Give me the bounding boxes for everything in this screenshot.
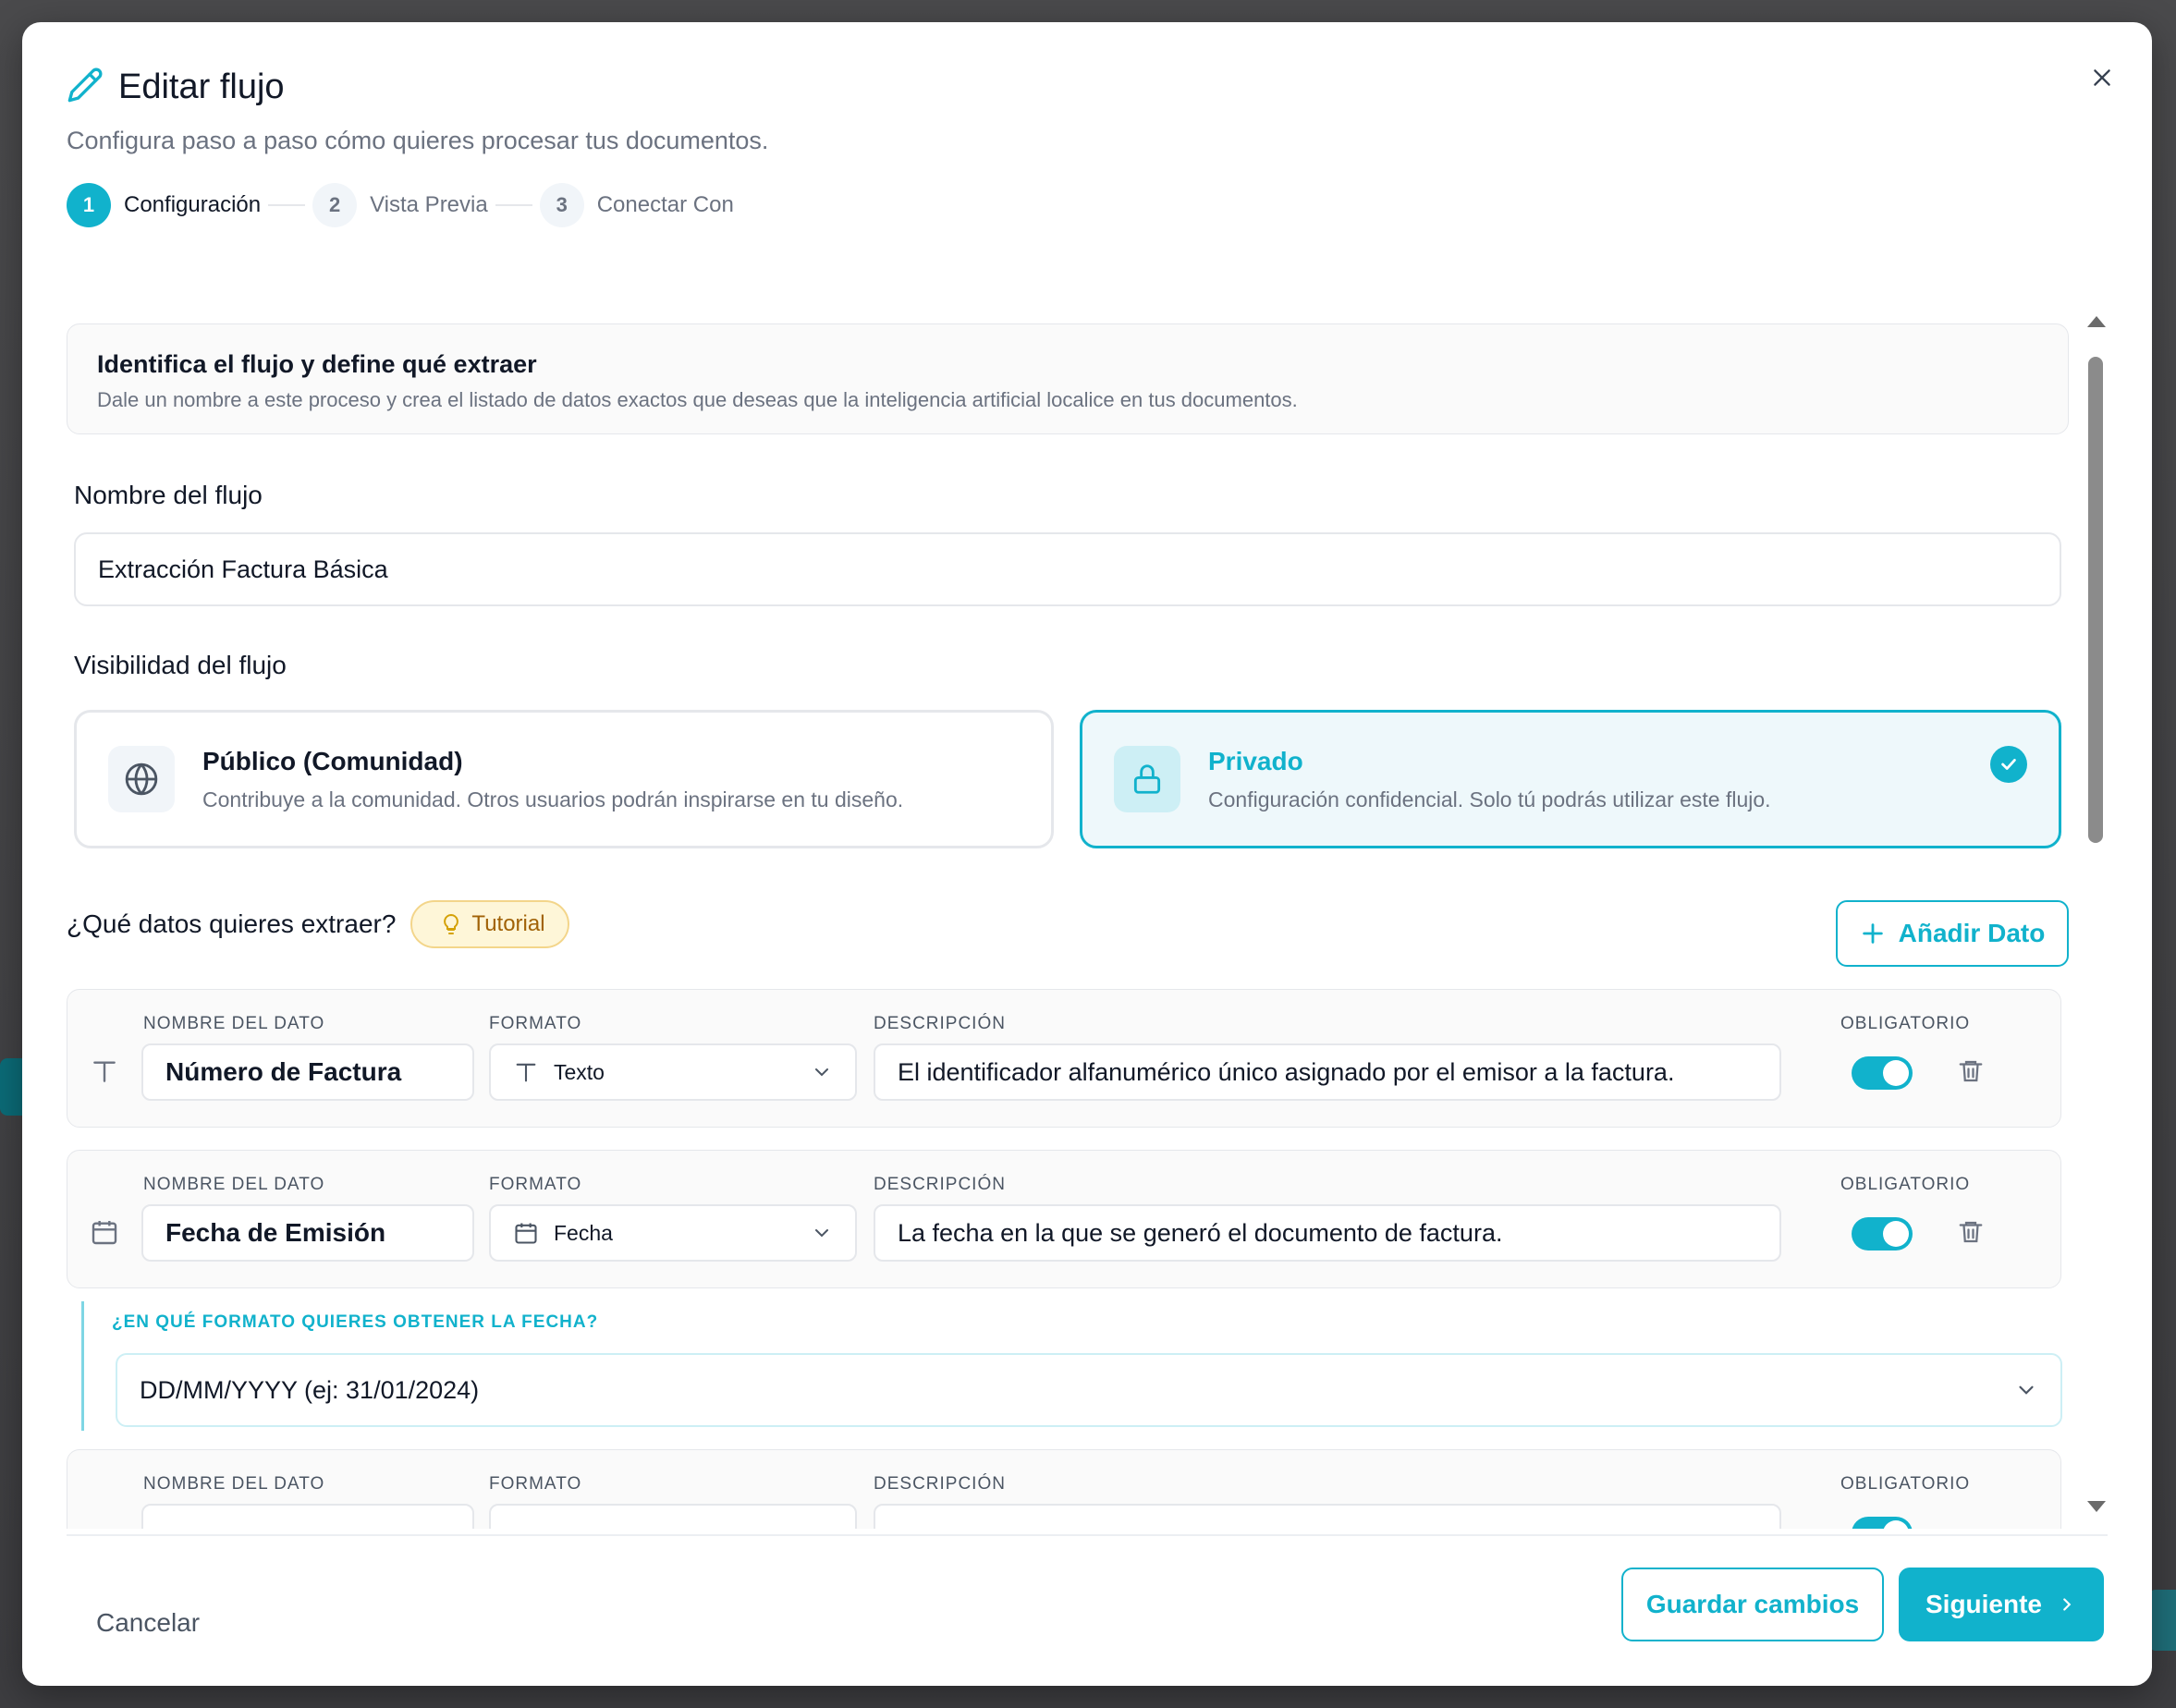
column-header-description: DESCRIPCIÓN (874, 1175, 1006, 1194)
scroll-up-arrow-icon[interactable] (2087, 316, 2106, 327)
column-header-format: FORMATO (489, 1474, 582, 1494)
globe-icon (108, 746, 175, 812)
lock-icon (1114, 746, 1180, 812)
chevron-right-icon (2063, 1598, 2072, 1611)
tutorial-label: Tutorial (471, 911, 545, 936)
extract-question: ¿Qué datos quieres extraer? (67, 909, 397, 938)
step-label: Vista Previa (370, 192, 488, 217)
step-connector (495, 204, 532, 206)
date-format-label: ¿EN QUÉ FORMATO QUIERES OBTENER LA FECHA… (112, 1312, 599, 1332)
chevron-down-icon (2019, 1385, 2034, 1395)
column-header-name: NOMBRE DEL DATO (143, 1175, 325, 1194)
close-button[interactable] (2080, 55, 2124, 100)
footer-divider (67, 1534, 2108, 1536)
plus-icon (1862, 923, 1883, 944)
text-icon (516, 1063, 536, 1082)
info-title: Identifica el flujo y define qué extraer (97, 350, 537, 378)
required-toggle[interactable] (1852, 1056, 1913, 1090)
step-connector (268, 204, 306, 206)
visibility-option-title: Privado (1208, 746, 1303, 775)
info-box: Identifica el flujo y define qué extraer… (67, 323, 2069, 434)
column-header-name: NOMBRE DEL DATO (143, 1014, 325, 1033)
close-icon (2094, 69, 2110, 86)
column-header-name: NOMBRE DEL DATO (143, 1474, 325, 1494)
pencil-icon (67, 67, 104, 108)
add-field-label: Añadir Dato (1898, 919, 2046, 947)
column-header-description: DESCRIPCIÓN (874, 1014, 1006, 1033)
visibility-option-desc: Contribuye a la comunidad. Otros usuario… (202, 787, 904, 811)
text-type-icon (90, 1056, 119, 1091)
modal-header: Editar flujo Configura paso a paso cómo … (67, 67, 2108, 155)
visibility-option-title: Público (Comunidad) (202, 746, 463, 775)
field-description-input[interactable]: El identificador alfanumérico único asig… (874, 1043, 1781, 1101)
check-icon (1990, 746, 2027, 783)
extract-header: ¿Qué datos quieres extraer? Tutorial (67, 900, 569, 948)
step-number: 2 (312, 183, 358, 227)
chevron-down-icon (815, 1068, 828, 1077)
required-toggle[interactable] (1852, 1217, 1913, 1250)
column-header-description: DESCRIPCIÓN (874, 1474, 1006, 1494)
step-conectar-con[interactable]: 3 Conectar Con (539, 183, 734, 227)
edit-flow-modal: Editar flujo Configura paso a paso cómo … (22, 22, 2152, 1686)
next-button-label: Siguiente (1925, 1590, 2042, 1618)
column-header-format: FORMATO (489, 1014, 582, 1033)
next-button[interactable]: Siguiente (1899, 1568, 2104, 1641)
backdrop-element (2148, 1590, 2176, 1651)
modal-title: Editar flujo (118, 67, 285, 106)
step-number: 3 (539, 183, 584, 227)
field-format-select[interactable]: Texto (489, 1043, 857, 1101)
field-row: NOMBRE DEL DATO FORMATO DESCRIPCIÓN OBLI… (67, 989, 2061, 1128)
visibility-private-option[interactable]: Privado Configuración confidencial. Solo… (1080, 710, 2061, 848)
save-changes-button[interactable]: Guardar cambios (1621, 1568, 1884, 1641)
visibility-label: Visibilidad del flujo (74, 651, 287, 679)
form-scroll-area[interactable]: Identifica el flujo y define qué extraer… (67, 299, 2091, 1529)
visibility-public-option[interactable]: Público (Comunidad) Contribuye a la comu… (74, 710, 1054, 848)
date-format-block: ¿EN QUÉ FORMATO QUIERES OBTENER LA FECHA… (81, 1301, 2063, 1431)
trash-icon[interactable] (1957, 1056, 1985, 1091)
calendar-type-icon (90, 1217, 119, 1251)
add-field-button[interactable]: Añadir Dato (1836, 900, 2069, 967)
chevron-down-icon (815, 1229, 828, 1238)
lightbulb-icon (444, 913, 459, 934)
field-description-input[interactable]: La fecha en la que se generó el document… (874, 1204, 1781, 1262)
cancel-button[interactable]: Cancelar (96, 1590, 200, 1656)
step-vista-previa[interactable]: 2 Vista Previa (312, 183, 488, 227)
field-format-select[interactable] (489, 1504, 857, 1529)
field-name-input[interactable]: Fecha de Emisión (141, 1204, 474, 1262)
flow-name-label: Nombre del flujo (74, 481, 263, 509)
field-name-input[interactable]: Número de Factura (141, 1043, 474, 1101)
step-number: 1 (67, 183, 111, 227)
step-configuracion[interactable]: 1 Configuración (67, 183, 261, 227)
column-header-format: FORMATO (489, 1175, 582, 1194)
info-description: Dale un nombre a este proceso y crea el … (97, 388, 1298, 411)
field-format-select[interactable]: Fecha (489, 1204, 857, 1262)
calendar-icon (515, 1223, 537, 1244)
scrollbar[interactable] (2085, 305, 2109, 1525)
date-format-value: DD/MM/YYYY (ej: 31/01/2024) (140, 1375, 480, 1404)
field-format-value: Fecha (554, 1220, 613, 1245)
field-name-input[interactable] (141, 1504, 474, 1529)
column-header-required: OBLIGATORIO (1840, 1014, 1971, 1033)
visibility-option-desc: Configuración confidencial. Solo tú podr… (1208, 787, 1771, 811)
column-header-required: OBLIGATORIO (1840, 1175, 1971, 1194)
step-label: Configuración (124, 192, 262, 217)
modal-subtitle: Configura paso a paso cómo quieres proce… (67, 127, 769, 154)
stepper: 1 Configuración 2 Vista Previa 3 Conecta… (67, 183, 734, 227)
field-description-input[interactable] (874, 1504, 1781, 1529)
tutorial-button[interactable]: Tutorial (410, 900, 569, 948)
field-row-partial: NOMBRE DEL DATO FORMATO DESCRIPCIÓN OBLI… (67, 1449, 2061, 1529)
flow-name-input[interactable]: Extracción Factura Básica (74, 532, 2061, 606)
required-toggle[interactable] (1852, 1517, 1913, 1529)
field-row: NOMBRE DEL DATO FORMATO DESCRIPCIÓN OBLI… (67, 1150, 2061, 1288)
trash-icon[interactable] (1957, 1217, 1985, 1251)
column-header-required: OBLIGATORIO (1840, 1474, 1971, 1494)
date-format-select[interactable]: DD/MM/YYYY (ej: 31/01/2024) (116, 1353, 2062, 1427)
step-label: Conectar Con (596, 192, 734, 217)
scrollbar-thumb[interactable] (2088, 357, 2103, 843)
scroll-down-arrow-icon[interactable] (2087, 1501, 2106, 1512)
field-format-value: Texto (554, 1059, 605, 1084)
